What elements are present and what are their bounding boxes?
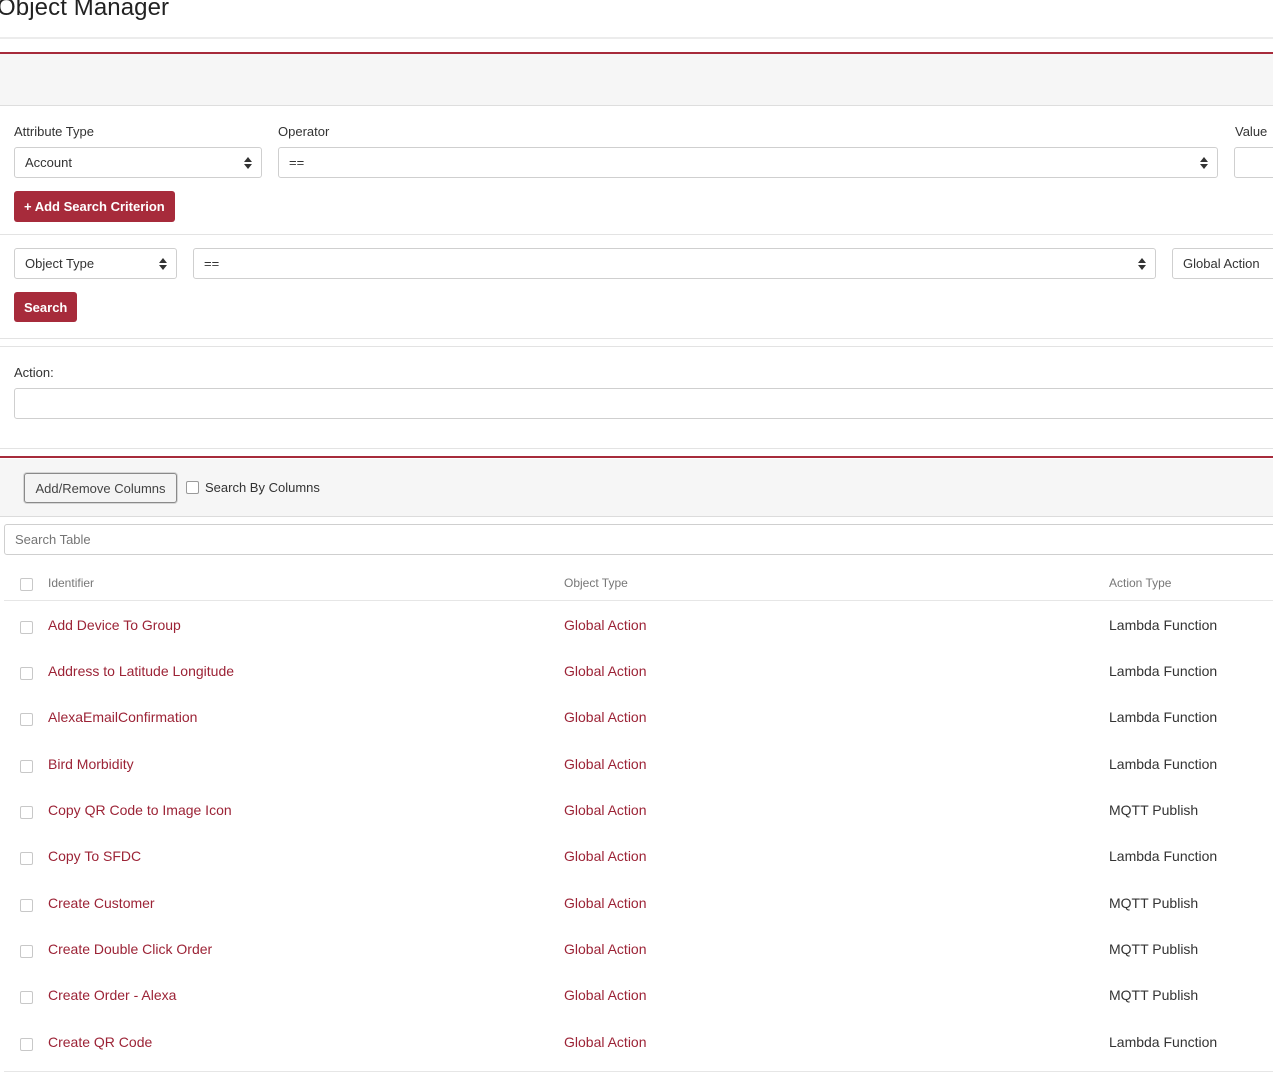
object-type-link[interactable]: Global Action (564, 941, 647, 957)
row-checkbox[interactable] (20, 621, 33, 634)
action-type-cell: Lambda Function (1109, 709, 1218, 725)
action-input[interactable] (14, 388, 1273, 419)
object-type-link[interactable]: Global Action (564, 617, 647, 633)
search-table-input[interactable] (4, 524, 1273, 555)
select-caret-icon (1138, 257, 1146, 271)
row-checkbox[interactable] (20, 1038, 33, 1051)
search-by-columns-checkbox[interactable] (186, 481, 199, 494)
object-type-selected: Object Type (25, 256, 95, 271)
identifier-link[interactable]: Address to Latitude Longitude (48, 663, 234, 679)
object-type-link[interactable]: Global Action (564, 895, 647, 911)
operator-select[interactable]: == (278, 147, 1218, 178)
attribute-type-selected: Account (25, 155, 72, 170)
row-checkbox[interactable] (20, 806, 33, 819)
column-header-identifier[interactable]: Identifier (48, 576, 94, 590)
table-accent-divider (0, 456, 1273, 458)
select-caret-icon (159, 257, 167, 271)
identifier-link[interactable]: Create Order - Alexa (48, 987, 176, 1003)
value-input[interactable] (1234, 147, 1273, 178)
action-divider (0, 448, 1273, 449)
row-checkbox[interactable] (20, 667, 33, 680)
object-type-link[interactable]: Global Action (564, 987, 647, 1003)
action-type-cell: MQTT Publish (1109, 802, 1199, 818)
filter-value-field[interactable]: Global Action (1172, 248, 1273, 279)
row-checkbox[interactable] (20, 852, 33, 865)
criteria-divider (0, 234, 1273, 235)
column-header-object-type[interactable]: Object Type (564, 576, 628, 590)
column-header-action-type[interactable]: Action Type (1109, 576, 1171, 590)
filter-operator-select[interactable]: == (193, 248, 1156, 279)
action-type-cell: MQTT Publish (1109, 941, 1199, 957)
value-label: Value (1235, 124, 1268, 139)
filter-divider-2 (0, 346, 1273, 347)
object-type-link[interactable]: Global Action (564, 1034, 647, 1050)
add-remove-columns-button[interactable]: Add/Remove Columns (24, 473, 177, 503)
table-toolbar: Add/Remove Columns Search By Columns (0, 459, 1273, 517)
object-type-link[interactable]: Global Action (564, 848, 647, 864)
title-divider (0, 37, 1273, 39)
select-all-checkbox[interactable] (20, 578, 33, 591)
select-caret-icon (244, 156, 252, 170)
attribute-type-label: Attribute Type (14, 124, 94, 139)
table-header-divider (4, 600, 1273, 601)
action-label: Action: (14, 365, 54, 380)
object-type-link[interactable]: Global Action (564, 756, 647, 772)
action-type-cell: Lambda Function (1109, 617, 1218, 633)
operator-label: Operator (278, 124, 330, 139)
action-type-cell: Lambda Function (1109, 756, 1218, 772)
filter-divider (0, 338, 1273, 339)
object-type-link[interactable]: Global Action (564, 709, 647, 725)
row-checkbox[interactable] (20, 760, 33, 773)
header-band (0, 54, 1273, 106)
object-type-link[interactable]: Global Action (564, 663, 647, 679)
row-checkbox[interactable] (20, 991, 33, 1004)
identifier-link[interactable]: Copy To SFDC (48, 848, 141, 864)
filter-value-text: Global Action (1183, 256, 1260, 271)
search-button[interactable]: Search (14, 292, 78, 322)
identifier-link[interactable]: Copy QR Code to Image Icon (48, 802, 232, 818)
object-type-select[interactable]: Object Type (14, 248, 177, 279)
identifier-link[interactable]: Create Double Click Order (48, 941, 212, 957)
select-caret-icon (1200, 156, 1208, 170)
filter-operator-selected: == (204, 256, 220, 271)
table-bottom-divider (4, 1071, 1273, 1072)
attribute-type-select[interactable]: Account (14, 147, 262, 178)
object-type-link[interactable]: Global Action (564, 802, 647, 818)
action-type-cell: MQTT Publish (1109, 895, 1199, 911)
action-type-cell: Lambda Function (1109, 848, 1218, 864)
identifier-link[interactable]: Bird Morbidity (48, 756, 134, 772)
action-type-cell: Lambda Function (1109, 663, 1218, 679)
operator-selected: == (289, 155, 305, 170)
row-checkbox[interactable] (20, 899, 33, 912)
page-title: Object Manager (0, 0, 170, 21)
identifier-link[interactable]: Create Customer (48, 895, 155, 911)
identifier-link[interactable]: Create QR Code (48, 1034, 152, 1050)
action-type-cell: Lambda Function (1109, 1034, 1218, 1050)
add-search-criterion-button[interactable]: + Add Search Criterion (14, 191, 175, 222)
search-by-columns-label: Search By Columns (205, 480, 320, 495)
action-type-cell: MQTT Publish (1109, 987, 1199, 1003)
row-checkbox[interactable] (20, 945, 33, 958)
identifier-link[interactable]: AlexaEmailConfirmation (48, 709, 197, 725)
identifier-link[interactable]: Add Device To Group (48, 617, 181, 633)
row-checkbox[interactable] (20, 713, 33, 726)
